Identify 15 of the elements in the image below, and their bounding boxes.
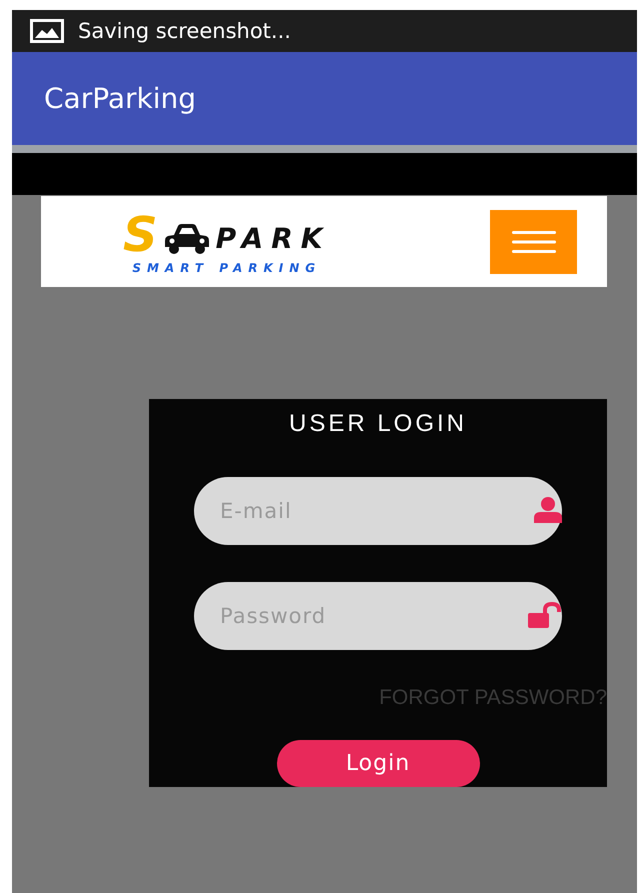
login-button[interactable]: Login [276, 740, 480, 787]
car-icon [164, 222, 210, 254]
image-icon [30, 19, 64, 43]
input-field[interactable]: E-mail [194, 477, 562, 545]
logo-word: PARK [216, 220, 330, 256]
unlocked-padlock-icon [528, 602, 562, 628]
menu-button[interactable] [490, 210, 577, 274]
notification-text: Saving screenshot... [78, 19, 291, 43]
logo-tagline: SMART PARKING [132, 260, 322, 274]
input-field[interactable]: Password [194, 582, 562, 650]
logo-letter: S [123, 208, 158, 260]
app-title: CarParking [44, 82, 196, 115]
person-icon [534, 497, 562, 523]
login-title: USER LOGIN [288, 409, 468, 439]
menu-icon [512, 230, 556, 254]
